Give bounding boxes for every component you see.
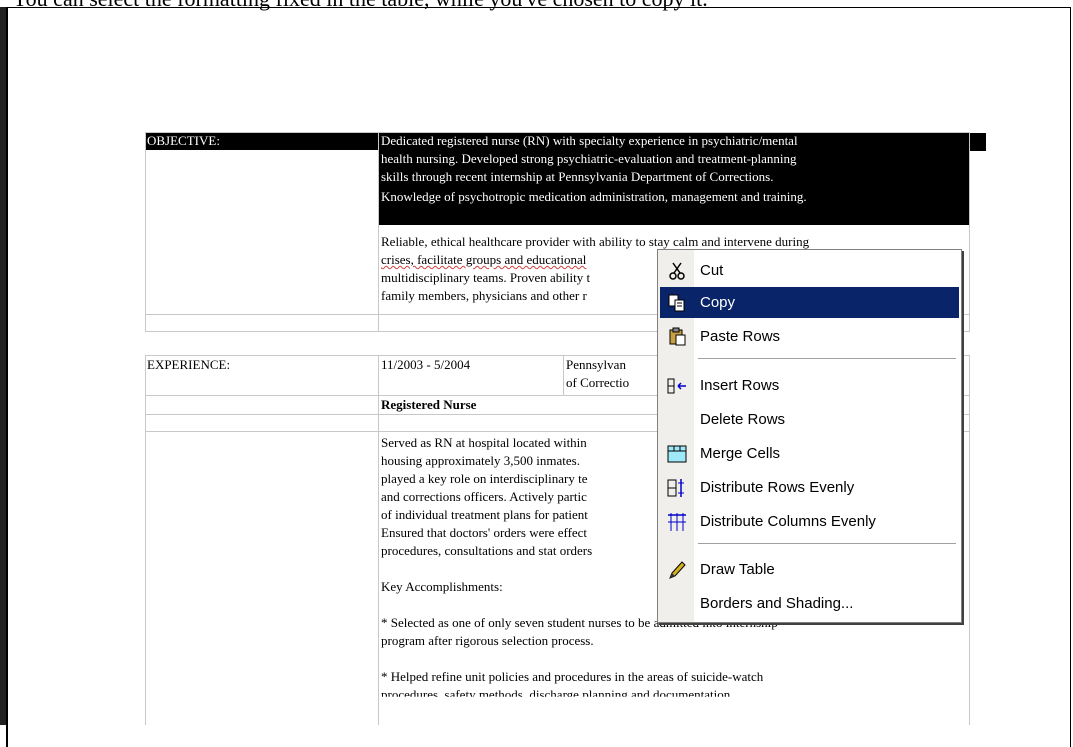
menu-item-borders-shading[interactable]: Borders and Shading...: [660, 588, 959, 619]
experience-label[interactable]: EXPERIENCE:: [147, 356, 230, 374]
experience-body-line-4[interactable]: and corrections officers. Actively parti…: [381, 488, 587, 506]
menu-item-draw-table-label: Draw Table: [700, 561, 775, 578]
bullet-2-line-1[interactable]: * Helped refine unit policies and proced…: [381, 668, 763, 686]
experience-body-line-7[interactable]: procedures, consultations and stat order…: [381, 542, 592, 560]
menu-item-copy[interactable]: Copy: [660, 287, 959, 318]
key-accomplishments-label[interactable]: Key Accomplishments:: [381, 578, 503, 596]
context-menu[interactable]: Cut Copy Paste Rows Insert Rows Delete R…: [657, 249, 962, 623]
bullet-1-line-2[interactable]: program after rigorous selection process…: [381, 632, 594, 650]
paste-icon: [660, 321, 694, 352]
objective-para2-line-2[interactable]: crises, facilitate groups and educationa…: [381, 251, 586, 269]
menu-item-merge-cells-label: Merge Cells: [700, 445, 781, 462]
objective-label[interactable]: OBJECTIVE:: [147, 132, 220, 150]
objective-para2-line-4[interactable]: family members, physicians and other r: [381, 287, 587, 305]
experience-body-line-1[interactable]: Served as RN at hospital located within: [381, 434, 587, 452]
menu-item-draw-table[interactable]: Draw Table: [660, 554, 959, 585]
selection-end-marker: [970, 133, 986, 151]
menu-item-paste-rows[interactable]: Paste Rows: [660, 321, 959, 352]
experience-body-line-6[interactable]: Ensured that doctors' orders were effect: [381, 524, 587, 542]
pencil-icon: [660, 554, 694, 585]
menu-separator: [698, 358, 956, 359]
menu-item-paste-rows-label: Paste Rows: [700, 328, 781, 345]
objective-para2-line-3[interactable]: multidisciplinary teams. Proven ability …: [381, 269, 590, 287]
menu-item-insert-rows[interactable]: Insert Rows: [660, 370, 959, 401]
distribute-columns-icon: [660, 506, 694, 537]
objective-line-4[interactable]: Knowledge of psychotropic medication adm…: [381, 188, 807, 206]
merge-cells-icon: [660, 438, 694, 469]
menu-item-delete-rows-label: Delete Rows: [700, 411, 786, 428]
menu-item-copy-label: Copy: [700, 294, 736, 311]
experience-body-line-3[interactable]: played a key role on interdisciplinary t…: [381, 470, 587, 488]
experience-title[interactable]: Registered Nurse: [381, 396, 476, 414]
menu-item-distribute-columns-label: Distribute Columns Evenly: [700, 513, 876, 530]
distribute-rows-icon: [660, 472, 694, 503]
menu-item-delete-rows[interactable]: Delete Rows: [660, 404, 959, 435]
menu-item-cut[interactable]: Cut: [660, 255, 959, 286]
insert-rows-icon: [660, 370, 694, 401]
menu-item-cut-label: Cut: [700, 262, 724, 279]
menu-item-distribute-rows-label: Distribute Rows Evenly: [700, 479, 855, 496]
menu-item-distribute-columns[interactable]: Distribute Columns Evenly: [660, 506, 959, 537]
objective-line-3[interactable]: skills through recent internship at Penn…: [381, 168, 773, 186]
menu-item-borders-shading-label: Borders and Shading...: [700, 595, 854, 612]
experience-body-line-2[interactable]: housing approximately 3,500 inmates.: [381, 452, 580, 470]
menu-item-insert-rows-label: Insert Rows: [700, 377, 780, 394]
scissors-icon: [660, 255, 694, 286]
copy-icon: [660, 287, 694, 318]
experience-dates[interactable]: 11/2003 - 5/2004: [381, 356, 470, 374]
experience-body-line-5[interactable]: of individual treatment plans for patien…: [381, 506, 588, 524]
experience-org-line-1[interactable]: Pennsylvan: [566, 356, 626, 374]
menu-separator: [698, 543, 956, 544]
objective-line-1[interactable]: Dedicated registered nurse (RN) with spe…: [381, 132, 798, 150]
experience-org-line-2[interactable]: of Correctio: [566, 374, 629, 392]
objective-line-2[interactable]: health nursing. Developed strong psychia…: [381, 150, 797, 168]
menu-item-merge-cells[interactable]: Merge Cells: [660, 438, 959, 469]
menu-item-distribute-rows[interactable]: Distribute Rows Evenly: [660, 472, 959, 503]
